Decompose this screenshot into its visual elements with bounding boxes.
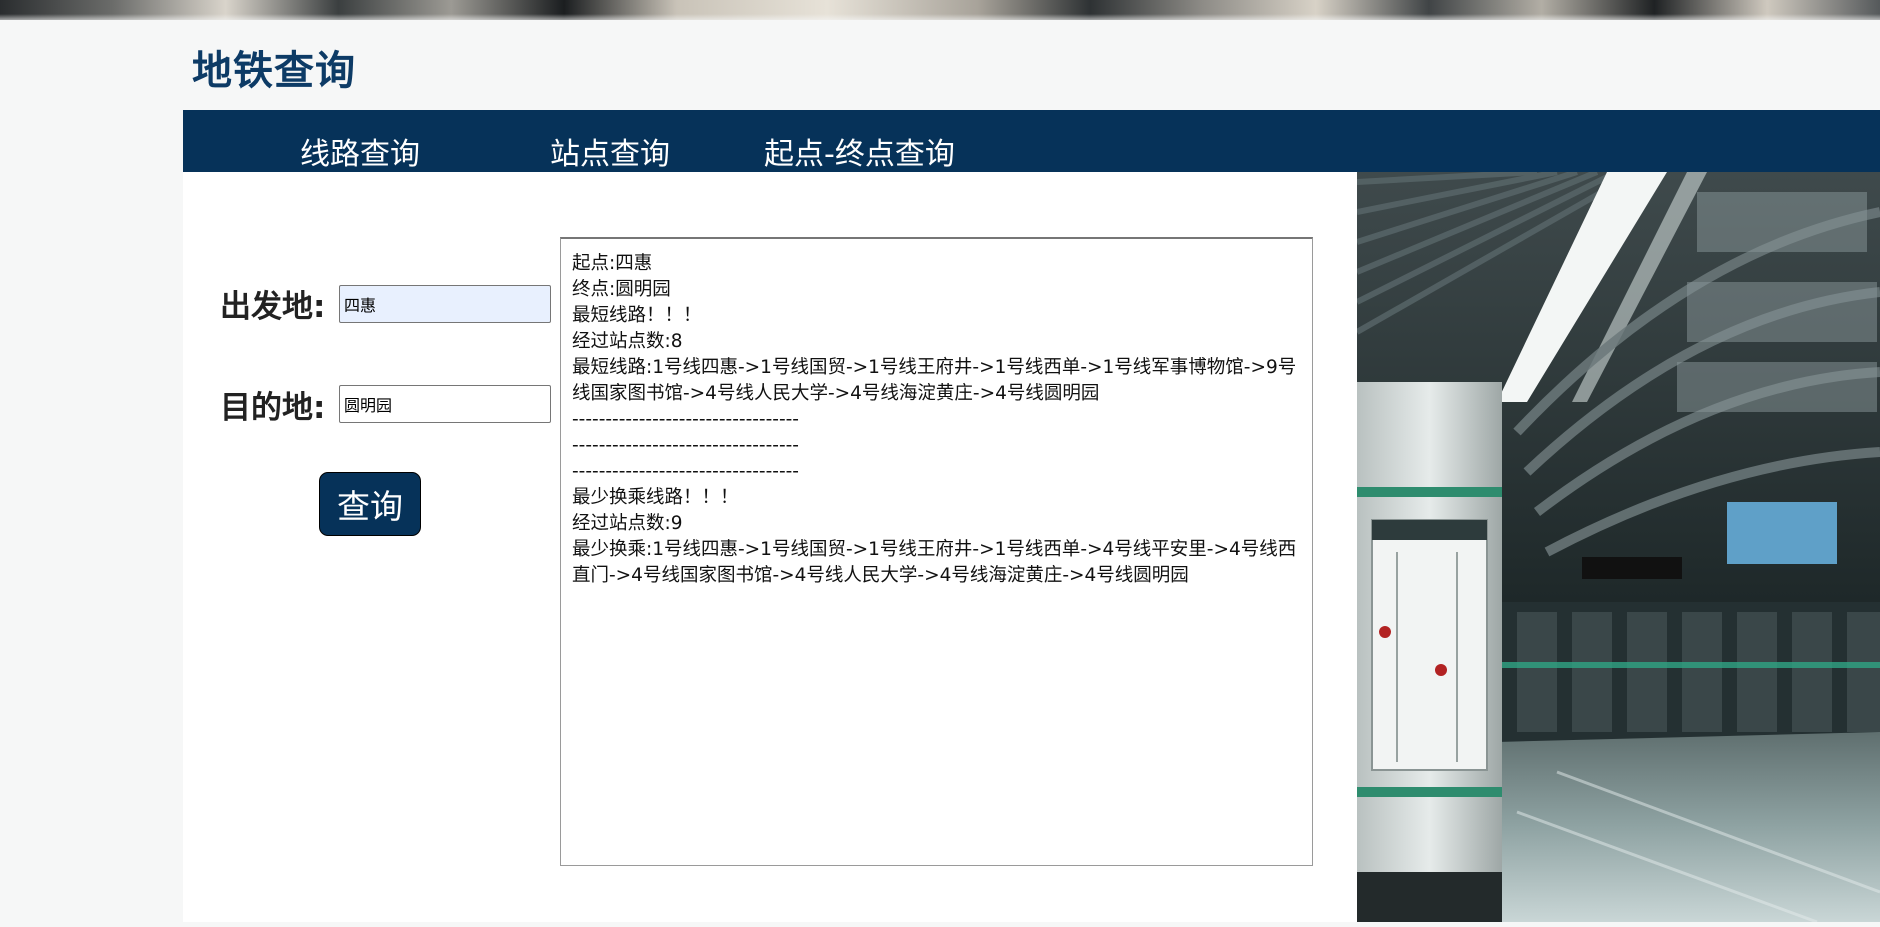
result-textarea[interactable]: 起点:四惠 终点:圆明园 最短线路！！！ 经过站点数:8 最短线路:1号线四惠-… <box>560 237 1313 866</box>
query-button[interactable]: 查询 <box>319 472 421 536</box>
destination-label: 目的地: <box>220 390 326 426</box>
result-separator: ---------------------------------- <box>572 461 799 482</box>
nav-item-line-query[interactable]: 线路查询 <box>300 129 420 173</box>
result-destination-line: 终点:圆明园 <box>572 279 671 300</box>
result-fewest-transfer-count: 经过站点数:9 <box>572 513 683 534</box>
origin-label: 出发地: <box>220 289 326 325</box>
result-shortest-route: 最短线路:1号线四惠->1号线国贸->1号线王府井->1号线西单->1号线军事博… <box>572 357 1297 404</box>
nav-item-station-query[interactable]: 站点查询 <box>550 129 670 173</box>
result-shortest-count: 经过站点数:8 <box>572 331 683 352</box>
result-fewest-transfer-heading: 最少换乘线路！！！ <box>572 487 739 508</box>
destination-input[interactable] <box>339 385 551 423</box>
query-panel: 出发地: 目的地: 查询 起点:四惠 终点:圆明园 最短线路！！！ 经过站点数:… <box>183 172 1357 922</box>
main-nav: 线路查询 站点查询 起点-终点查询 <box>183 110 1880 172</box>
origin-input[interactable] <box>339 285 551 323</box>
subway-station-photo <box>1357 172 1880 922</box>
subway-station-illustration <box>1357 172 1880 922</box>
result-shortest-heading: 最短线路！！！ <box>572 305 702 326</box>
result-separator: ---------------------------------- <box>572 409 799 430</box>
result-fewest-transfer-route: 最少换乘:1号线四惠->1号线国贸->1号线王府井->1号线西单->4号线平安里… <box>572 539 1297 586</box>
result-separator: ---------------------------------- <box>572 435 799 456</box>
header-banner-image <box>0 0 1880 20</box>
result-origin-line: 起点:四惠 <box>572 253 653 274</box>
page-title: 地铁查询 <box>192 48 356 94</box>
nav-item-route-query[interactable]: 起点-终点查询 <box>764 129 955 173</box>
